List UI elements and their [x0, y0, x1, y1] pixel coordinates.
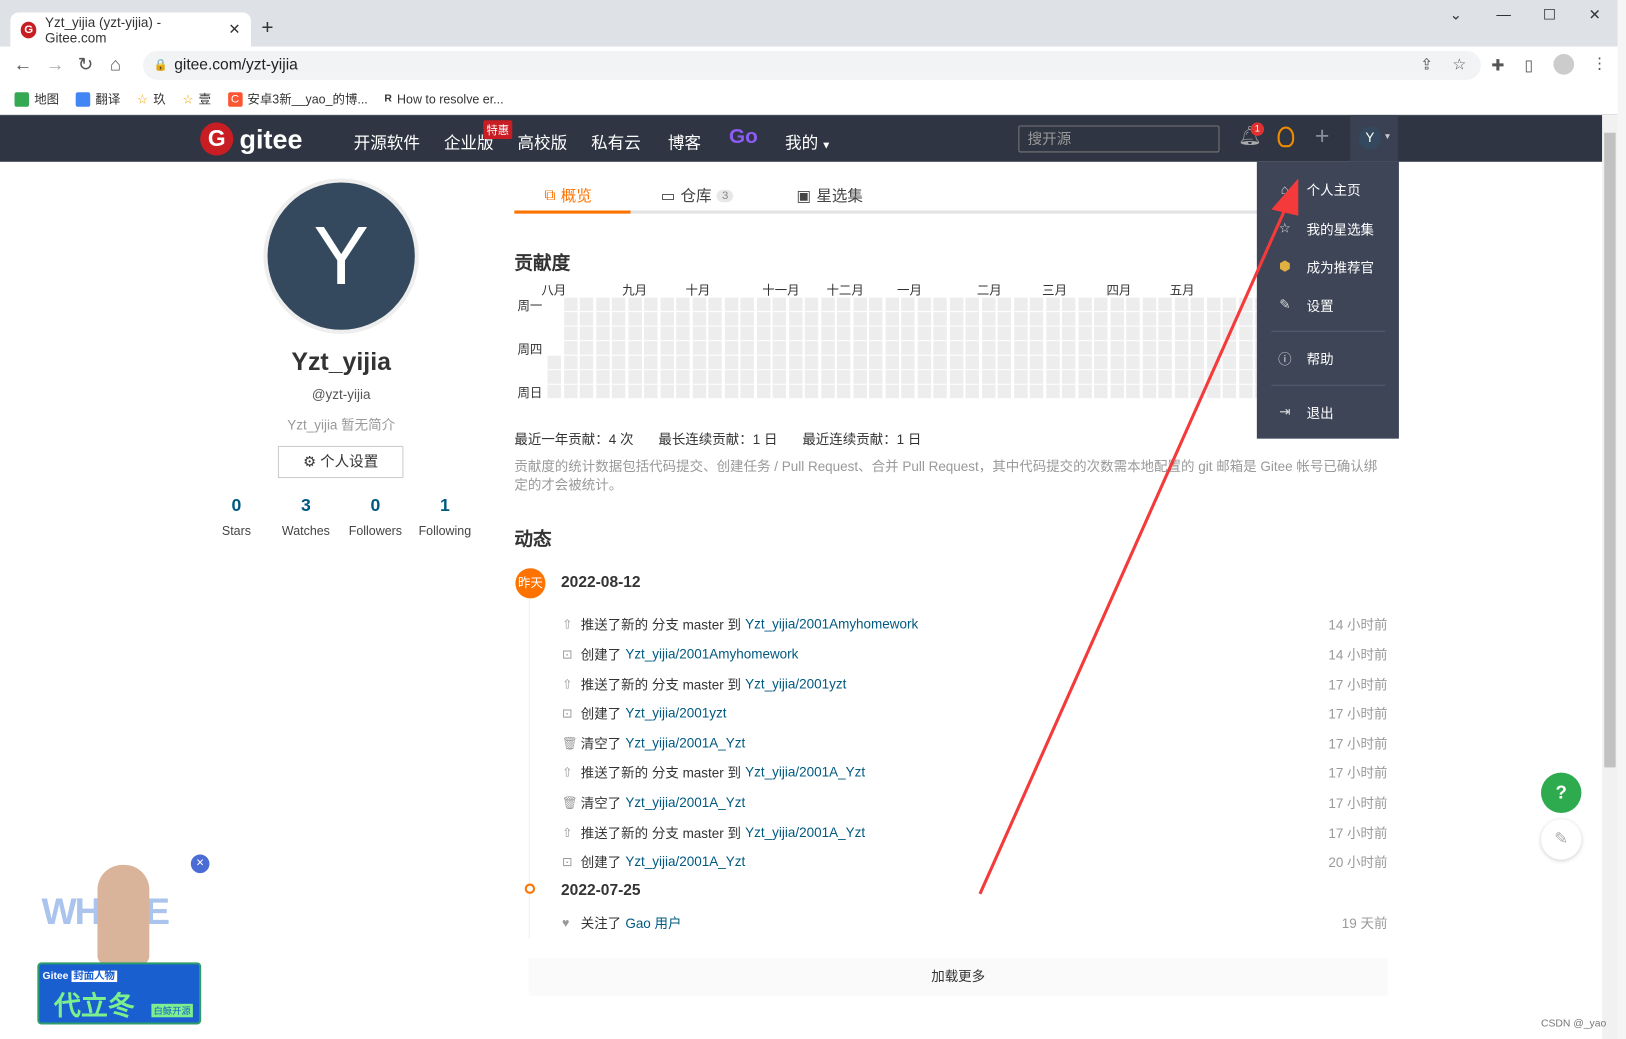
banner-brand: Gitee 封面人物 — [43, 966, 117, 983]
arrow-shaft — [978, 206, 1288, 895]
arrow-head — [1271, 178, 1299, 216]
banner-sub: 白鲸开源 — [151, 1003, 193, 1018]
background-window-edge — [1617, 0, 1626, 1039]
banner-headline: 代立冬 — [53, 990, 135, 1022]
promo-banner[interactable]: WHALE Gitee 封面人物 代立冬 白鲸开源 ✕ — [37, 854, 210, 1027]
person-image — [97, 864, 150, 965]
scrollbar-thumb[interactable] — [1604, 132, 1616, 768]
watermark: CSDN @_yao — [1540, 1018, 1607, 1030]
annotation-arrow — [978, 178, 1299, 895]
help-button[interactable]: ? — [1540, 772, 1582, 814]
close-banner-icon[interactable]: ✕ — [190, 854, 210, 874]
feedback-button[interactable]: ✎ — [1540, 819, 1582, 860]
